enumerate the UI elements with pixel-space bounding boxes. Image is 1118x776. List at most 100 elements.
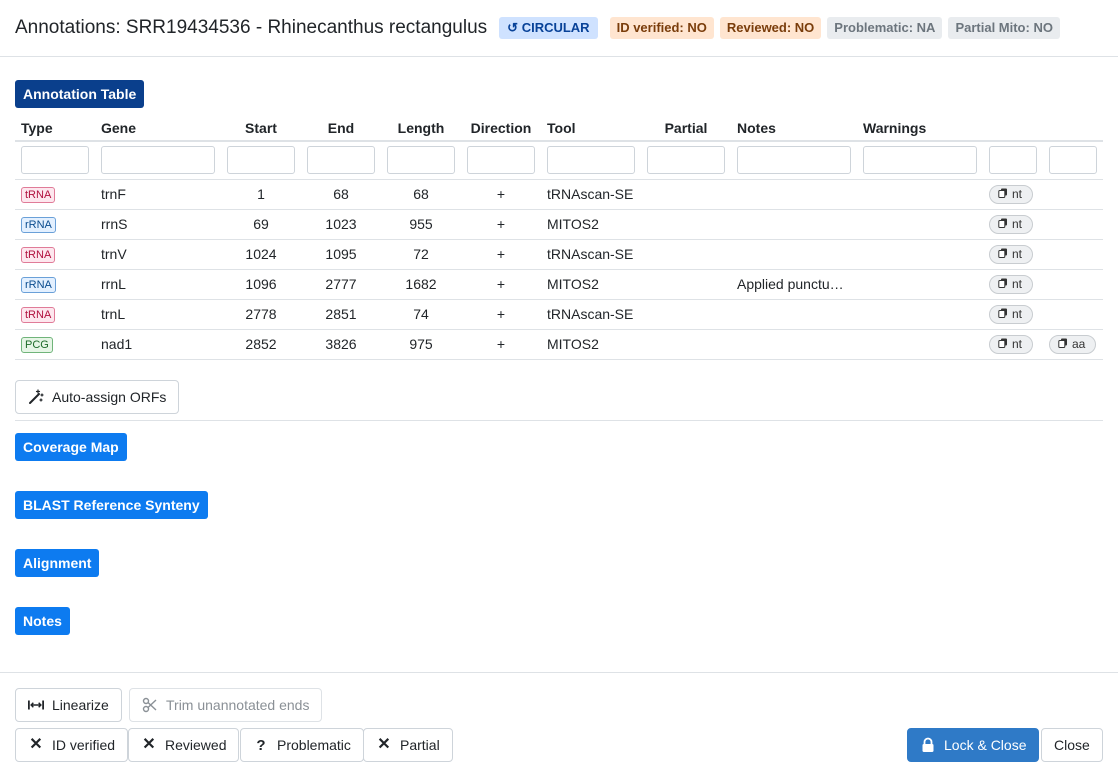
cell-warnings bbox=[857, 299, 983, 330]
copy-nt-button[interactable]: nt bbox=[989, 214, 1034, 234]
cell-length: 74 bbox=[381, 299, 461, 330]
cell-copy-aa bbox=[1043, 239, 1103, 270]
cell-copy-aa: aa bbox=[1043, 329, 1103, 360]
filter-partial-input[interactable] bbox=[647, 146, 725, 175]
filter-warnings-input[interactable] bbox=[863, 146, 977, 175]
notes-toggle[interactable]: Notes bbox=[15, 607, 70, 635]
col-header-notes[interactable]: Notes bbox=[731, 115, 857, 142]
cell-type: rRNA bbox=[15, 209, 95, 240]
cell-tool: tRNAscan-SE bbox=[541, 239, 641, 270]
circular-badge: ↺ CIRCULAR bbox=[499, 17, 598, 39]
table-row[interactable]: tRNA trnL 2778 2851 74 + tRNAscan-SE nt bbox=[15, 299, 1103, 330]
cell-partial bbox=[641, 299, 731, 330]
annotation-table: Type Gene Start End Length Direction Too… bbox=[15, 115, 1103, 360]
cell-tool: MITOS2 bbox=[541, 329, 641, 360]
copy-nt-button[interactable]: nt bbox=[989, 184, 1034, 204]
col-header-tool[interactable]: Tool bbox=[541, 115, 641, 142]
table-row[interactable]: tRNA trnF 1 68 68 + tRNAscan-SE nt bbox=[15, 179, 1103, 210]
problematic-button[interactable]: ? Problematic bbox=[240, 728, 364, 762]
col-header-copy-aa bbox=[1043, 115, 1103, 142]
filter-length-input[interactable] bbox=[387, 146, 455, 175]
cell-gene: rrnS bbox=[95, 209, 221, 240]
cell-copy-aa bbox=[1043, 209, 1103, 240]
filter-notes-input[interactable] bbox=[737, 146, 851, 175]
cell-tool: tRNAscan-SE bbox=[541, 299, 641, 330]
filter-start-input[interactable] bbox=[227, 146, 295, 175]
copy-nt-label: nt bbox=[1012, 337, 1023, 351]
type-badge: tRNA bbox=[21, 247, 56, 263]
filter-direction-input[interactable] bbox=[467, 146, 535, 175]
copy-aa-button[interactable]: aa bbox=[1049, 334, 1097, 354]
table-row[interactable]: rRNA rrnS 69 1023 955 + MITOS2 nt bbox=[15, 209, 1103, 240]
partial-button[interactable]: ✕ Partial bbox=[363, 728, 453, 762]
copy-nt-button[interactable]: nt bbox=[989, 274, 1034, 294]
cell-partial bbox=[641, 239, 731, 270]
copy-nt-button[interactable]: nt bbox=[989, 334, 1034, 354]
cell-warnings bbox=[857, 269, 983, 300]
annotation-table-toggle[interactable]: Annotation Table bbox=[15, 80, 145, 108]
copy-nt-button[interactable]: nt bbox=[989, 244, 1034, 264]
lock-close-button[interactable]: Lock & Close bbox=[907, 728, 1040, 762]
col-header-length[interactable]: Length bbox=[381, 115, 461, 142]
cell-end: 3826 bbox=[301, 329, 381, 360]
reviewed-badge: Reviewed: NO bbox=[719, 17, 822, 39]
modal-header: Annotations: SRR19434536 - Rhinecanthus … bbox=[0, 0, 1118, 57]
linearize-button[interactable]: Linearize bbox=[15, 688, 122, 722]
linearize-label: Linearize bbox=[52, 697, 109, 713]
cell-copy-nt: nt bbox=[983, 179, 1043, 210]
filter-type-input[interactable] bbox=[21, 146, 89, 175]
filter-end-input[interactable] bbox=[307, 146, 375, 175]
filter-copy-aa-input[interactable] bbox=[1049, 146, 1097, 175]
table-row[interactable]: rRNA rrnL 1096 2777 1682 + MITOS2 Applied punct… bbox=[15, 269, 1103, 300]
type-badge: tRNA bbox=[21, 187, 56, 203]
filter-gene-input[interactable] bbox=[101, 146, 215, 175]
cell-notes bbox=[731, 329, 857, 360]
cell-notes bbox=[731, 239, 857, 270]
close-button[interactable]: Close bbox=[1041, 728, 1103, 762]
col-header-partial[interactable]: Partial bbox=[641, 115, 731, 142]
cell-gene: rrnL bbox=[95, 269, 221, 300]
cell-type: tRNA bbox=[15, 239, 95, 270]
magic-wand-icon bbox=[28, 389, 44, 405]
partial-label: Partial bbox=[400, 737, 440, 753]
cell-gene: trnL bbox=[95, 299, 221, 330]
cell-end: 68 bbox=[301, 179, 381, 210]
close-icon: ✕ bbox=[29, 736, 43, 753]
col-header-type[interactable]: Type bbox=[15, 115, 95, 142]
table-row[interactable]: tRNA trnV 1024 1095 72 + tRNAscan-SE nt bbox=[15, 239, 1103, 270]
id-verified-button[interactable]: ✕ ID verified bbox=[15, 728, 129, 762]
lock-icon bbox=[920, 737, 936, 753]
cell-length: 975 bbox=[381, 329, 461, 360]
filter-row bbox=[15, 141, 1103, 180]
cell-direction: + bbox=[461, 179, 541, 210]
table-row[interactable]: PCG nad1 2852 3826 975 + MITOS2 nt aa bbox=[15, 329, 1103, 360]
cell-warnings bbox=[857, 209, 983, 240]
cell-notes bbox=[731, 209, 857, 240]
problematic-badge: Problematic: NA bbox=[827, 17, 943, 39]
cell-gene: trnV bbox=[95, 239, 221, 270]
coverage-map-toggle[interactable]: Coverage Map bbox=[15, 433, 127, 461]
filter-copy-nt-input[interactable] bbox=[989, 146, 1037, 175]
filter-tool-input[interactable] bbox=[547, 146, 635, 175]
cell-direction: + bbox=[461, 269, 541, 300]
cell-type: PCG bbox=[15, 329, 95, 360]
cell-warnings bbox=[857, 239, 983, 270]
reviewed-button[interactable]: ✕ Reviewed bbox=[128, 728, 240, 762]
blast-synteny-toggle[interactable]: BLAST Reference Synteny bbox=[15, 491, 208, 519]
col-header-end[interactable]: End bbox=[301, 115, 381, 142]
id-verified-badge: ID verified: NO bbox=[609, 17, 714, 39]
id-verified-label: ID verified bbox=[52, 737, 116, 753]
cell-warnings bbox=[857, 179, 983, 210]
col-header-start[interactable]: Start bbox=[221, 115, 301, 142]
copy-nt-button[interactable]: nt bbox=[989, 304, 1034, 324]
col-header-gene[interactable]: Gene bbox=[95, 115, 221, 142]
cell-end: 2777 bbox=[301, 269, 381, 300]
auto-assign-orfs-button[interactable]: Auto-assign ORFs bbox=[15, 380, 180, 414]
type-badge: rRNA bbox=[21, 277, 56, 293]
col-header-warnings[interactable]: Warnings bbox=[857, 115, 983, 142]
trim-ends-button[interactable]: Trim unannotated ends bbox=[129, 688, 323, 722]
cell-length: 955 bbox=[381, 209, 461, 240]
alignment-toggle[interactable]: Alignment bbox=[15, 549, 100, 577]
cell-start: 1096 bbox=[221, 269, 301, 300]
col-header-direction[interactable]: Direction bbox=[461, 115, 541, 142]
